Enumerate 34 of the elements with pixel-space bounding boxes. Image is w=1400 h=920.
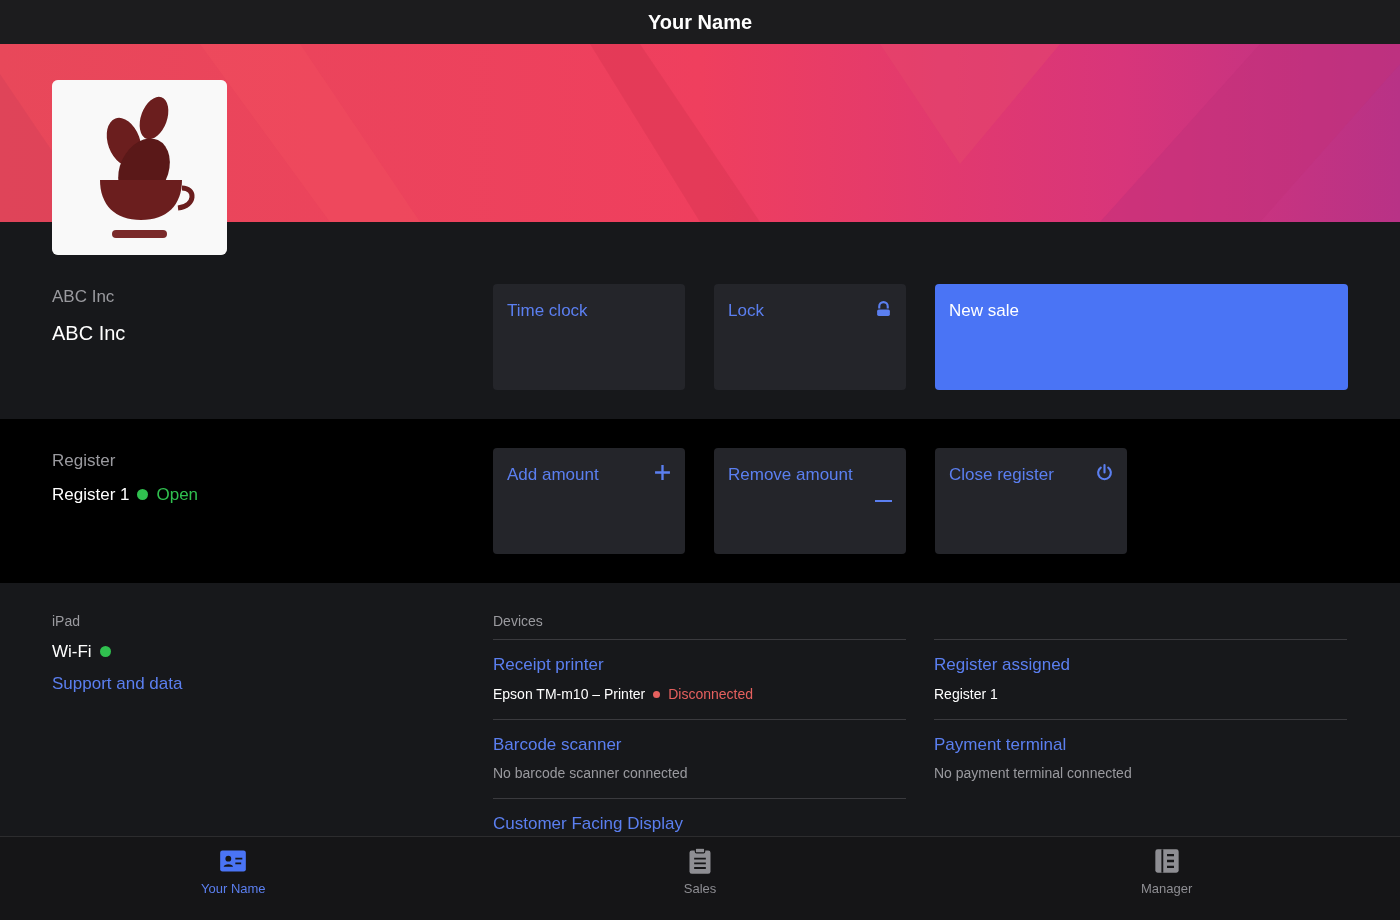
device-label: iPad [52, 612, 82, 631]
wifi-label: Wi-Fi [52, 641, 92, 663]
action-tile[interactable]: Add amount [493, 448, 685, 554]
action-tile[interactable]: Time clock [493, 284, 685, 390]
section-title: Devices [493, 612, 544, 631]
action-tile[interactable]: Lock [714, 284, 906, 390]
support-link[interactable]: Support and data [52, 670, 183, 696]
action-tile[interactable]: Close register [935, 448, 1127, 554]
company-name: ABC Inc [52, 320, 127, 346]
ledger-icon [1152, 847, 1181, 875]
device-link[interactable]: Receipt printer [493, 655, 604, 674]
register-name: Register 1 [52, 483, 130, 506]
company-label: ABC Inc [52, 286, 116, 308]
device-detail: No barcode scanner connected [493, 764, 688, 783]
device-detail: No payment terminal connected [934, 764, 1132, 783]
register-status: Open [156, 483, 199, 506]
action-tile[interactable]: Remove amount [714, 448, 906, 554]
device-detail: Register 1 [934, 684, 998, 704]
tab-item[interactable]: Sales [466, 837, 934, 920]
device-name: Epson TM-m10 – Printer [493, 684, 646, 704]
tab-item[interactable]: Manager [933, 837, 1400, 920]
plus-icon [654, 464, 671, 481]
device-link[interactable]: Payment terminal [934, 734, 1067, 754]
device-link[interactable]: Register assigned [934, 655, 1071, 674]
new-sale-button[interactable]: New sale [935, 284, 1348, 390]
device-link[interactable]: Barcode scanner [493, 734, 622, 754]
power-icon [1096, 464, 1113, 481]
device-link[interactable]: Customer Facing Display [493, 814, 683, 833]
tab-item[interactable]: Your Name [0, 837, 467, 920]
register-label: Register [52, 450, 117, 472]
minus-icon [875, 499, 892, 503]
lock-icon [875, 300, 892, 317]
window-title: Your Name [647, 10, 753, 35]
device-status: Disconnected [668, 684, 754, 704]
